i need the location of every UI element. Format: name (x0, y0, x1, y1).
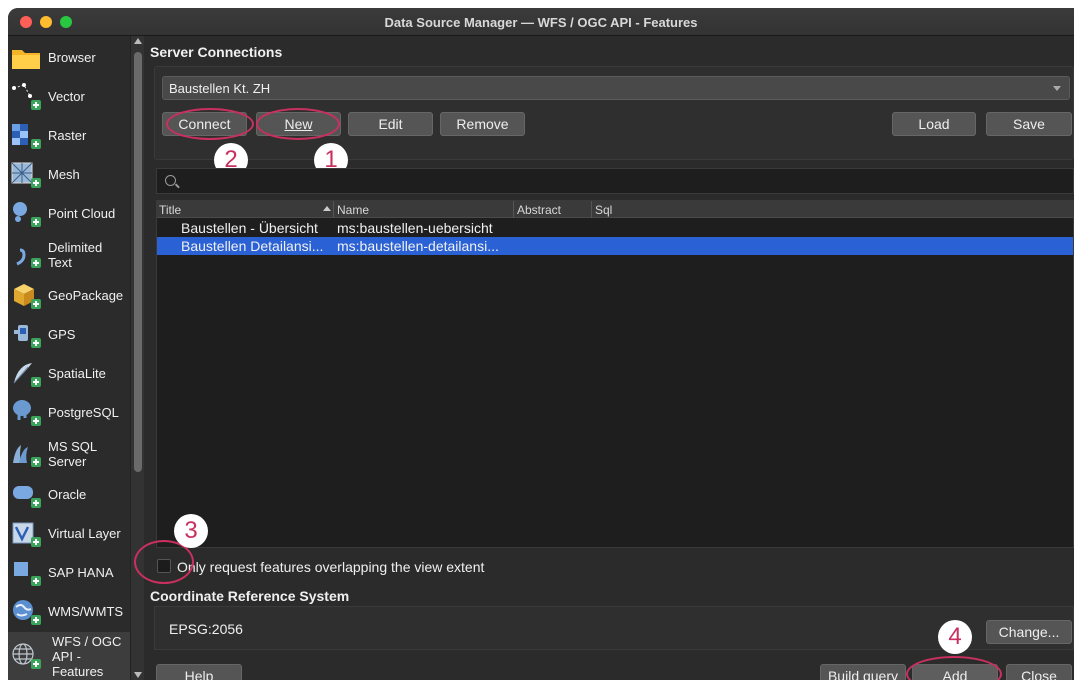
delimited-text-icon (16, 248, 41, 268)
raster-icon (12, 123, 41, 149)
row-name-cell: ms:baustellen-uebersicht (337, 220, 493, 236)
oracle-icon (13, 485, 41, 508)
title-bar: Data Source Manager — WFS / OGC API - Fe… (8, 8, 1074, 36)
load-button[interactable]: Load (892, 112, 976, 136)
change-crs-button[interactable]: Change... (986, 620, 1072, 644)
add-highlight-ellipse (906, 656, 1002, 680)
provider-sidebar: Browser Vector Raster Mesh Point Cloud D… (8, 36, 130, 680)
step-badge-4: 4 (938, 620, 972, 654)
column-header-name[interactable]: Name (337, 203, 369, 217)
sidebar-item-virtual-layer[interactable]: Virtual Layer (8, 514, 130, 553)
chevron-down-icon (1053, 86, 1061, 91)
sap-hana-icon (14, 561, 41, 586)
wms-icon (13, 599, 41, 625)
sidebar-item-sap-hana[interactable]: SAP HANA (8, 553, 130, 592)
scroll-up-arrow-icon[interactable] (134, 38, 142, 44)
column-separator (591, 201, 592, 218)
sidebar-item-label: GPS (48, 327, 76, 342)
layer-table[interactable]: Title Name Abstract Sql Baustellen - Übe… (156, 200, 1074, 548)
sidebar-item-label: PostgreSQL (48, 405, 119, 420)
sidebar-item-raster[interactable]: Raster (8, 116, 130, 155)
connect-highlight-ellipse (166, 108, 254, 140)
sidebar-item-mesh[interactable]: Mesh (8, 155, 130, 194)
sidebar-item-vector[interactable]: Vector (8, 77, 130, 116)
row-title-cell: Baustellen Detailansi... (181, 238, 324, 254)
folder-icon (12, 49, 40, 69)
virtual-layer-icon (12, 522, 41, 547)
sidebar-item-label: WMS/WMTS (48, 604, 124, 619)
crs-value: EPSG:2056 (169, 621, 243, 637)
table-row[interactable]: Baustellen Detailansi... ms:baustellen-d… (157, 237, 1073, 255)
sidebar-item-label: Point Cloud (48, 206, 116, 221)
table-header: Title Name Abstract Sql (157, 201, 1073, 218)
sidebar-item-wms-wmts[interactable]: WMS/WMTS (8, 592, 130, 631)
column-separator (333, 201, 334, 218)
table-row[interactable]: Baustellen - Übersicht ms:baustellen-ueb… (157, 219, 1073, 237)
column-header-title[interactable]: Title (159, 203, 181, 217)
sidebar-item-label: Browser (48, 50, 96, 65)
sidebar-item-label: Vector (48, 89, 85, 104)
remove-button[interactable]: Remove (440, 112, 525, 136)
sidebar-scrollbar[interactable] (130, 36, 144, 680)
mssql-icon (13, 444, 41, 467)
sidebar-item-geopackage[interactable]: GeoPackage (8, 276, 130, 315)
step-badge-3: 3 (174, 514, 208, 548)
sidebar-item-label: SAP HANA (48, 565, 114, 580)
sidebar-item-point-cloud[interactable]: Point Cloud (8, 194, 130, 233)
geopackage-icon (14, 283, 41, 309)
connection-select-value: Baustellen Kt. ZH (169, 81, 271, 96)
gps-icon (14, 324, 41, 348)
sort-ascending-icon (323, 206, 331, 211)
main-panel: Server Connections Baustellen Kt. ZH Con… (134, 36, 1074, 680)
sidebar-item-wfs-ogc-api-features[interactable]: WFS / OGC API - Features (8, 632, 130, 680)
search-icon (165, 175, 176, 186)
sidebar-item-mssql-server[interactable]: MS SQL Server (8, 432, 130, 475)
edit-button[interactable]: Edit (348, 112, 433, 136)
column-header-abstract[interactable]: Abstract (517, 203, 561, 217)
sidebar-item-label: SpatiaLite (48, 366, 106, 381)
point-cloud-icon (13, 201, 41, 227)
sidebar-item-label: Raster (48, 128, 87, 143)
layer-search-input[interactable] (156, 168, 1074, 194)
scrollbar-thumb[interactable] (134, 52, 142, 472)
help-button[interactable]: Help (156, 664, 242, 680)
sidebar-item-browser[interactable]: Browser (8, 38, 130, 77)
sidebar-item-label: Oracle (48, 487, 87, 502)
row-selection-highlight-tail (513, 237, 1073, 255)
sidebar-item-gps[interactable]: GPS (8, 315, 130, 354)
sidebar-item-postgresql[interactable]: PostgreSQL (8, 393, 130, 432)
sidebar-item-oracle[interactable]: Oracle (8, 475, 130, 514)
scroll-down-arrow-icon[interactable] (134, 672, 142, 678)
postgresql-icon (13, 399, 41, 426)
column-separator (513, 201, 514, 218)
server-connections-title: Server Connections (150, 44, 283, 60)
crs-group: EPSG:2056 (154, 606, 1074, 650)
window-title: Data Source Manager — WFS / OGC API - Fe… (384, 15, 698, 30)
build-query-button[interactable]: Build query (820, 664, 906, 680)
vector-icon (12, 82, 41, 110)
save-button[interactable]: Save (986, 112, 1072, 136)
data-source-manager-window: Data Source Manager — WFS / OGC API - Fe… (8, 8, 1074, 680)
crs-section-title: Coordinate Reference System (150, 588, 350, 604)
sidebar-item-spatialite[interactable]: SpatiaLite (8, 354, 130, 393)
new-highlight-ellipse (256, 108, 340, 140)
mesh-icon (11, 162, 41, 188)
sidebar-item-label: Mesh (48, 167, 80, 182)
build-query-label: Build query (827, 668, 899, 680)
connection-select[interactable]: Baustellen Kt. ZH (162, 76, 1070, 100)
view-extent-label[interactable]: Only request features overlapping the vi… (177, 559, 484, 575)
row-name-cell: ms:baustellen-detailansi... (337, 238, 499, 254)
sidebar-item-label: Delimited Text (48, 239, 103, 270)
spatialite-icon (13, 362, 41, 387)
row-title-cell: Baustellen - Übersicht (181, 220, 318, 236)
column-header-sql[interactable]: Sql (595, 203, 612, 217)
sidebar-item-label: Virtual Layer (48, 526, 121, 541)
sidebar-item-label: MS SQL Server (48, 438, 98, 469)
wfs-icon (12, 643, 41, 669)
sidebar-item-label: GeoPackage (48, 288, 124, 303)
sidebar-item-delimited-text[interactable]: Delimited Text (8, 233, 130, 276)
sidebar-item-label: WFS / OGC API - Features (52, 633, 122, 679)
close-button[interactable]: Close (1006, 664, 1072, 680)
